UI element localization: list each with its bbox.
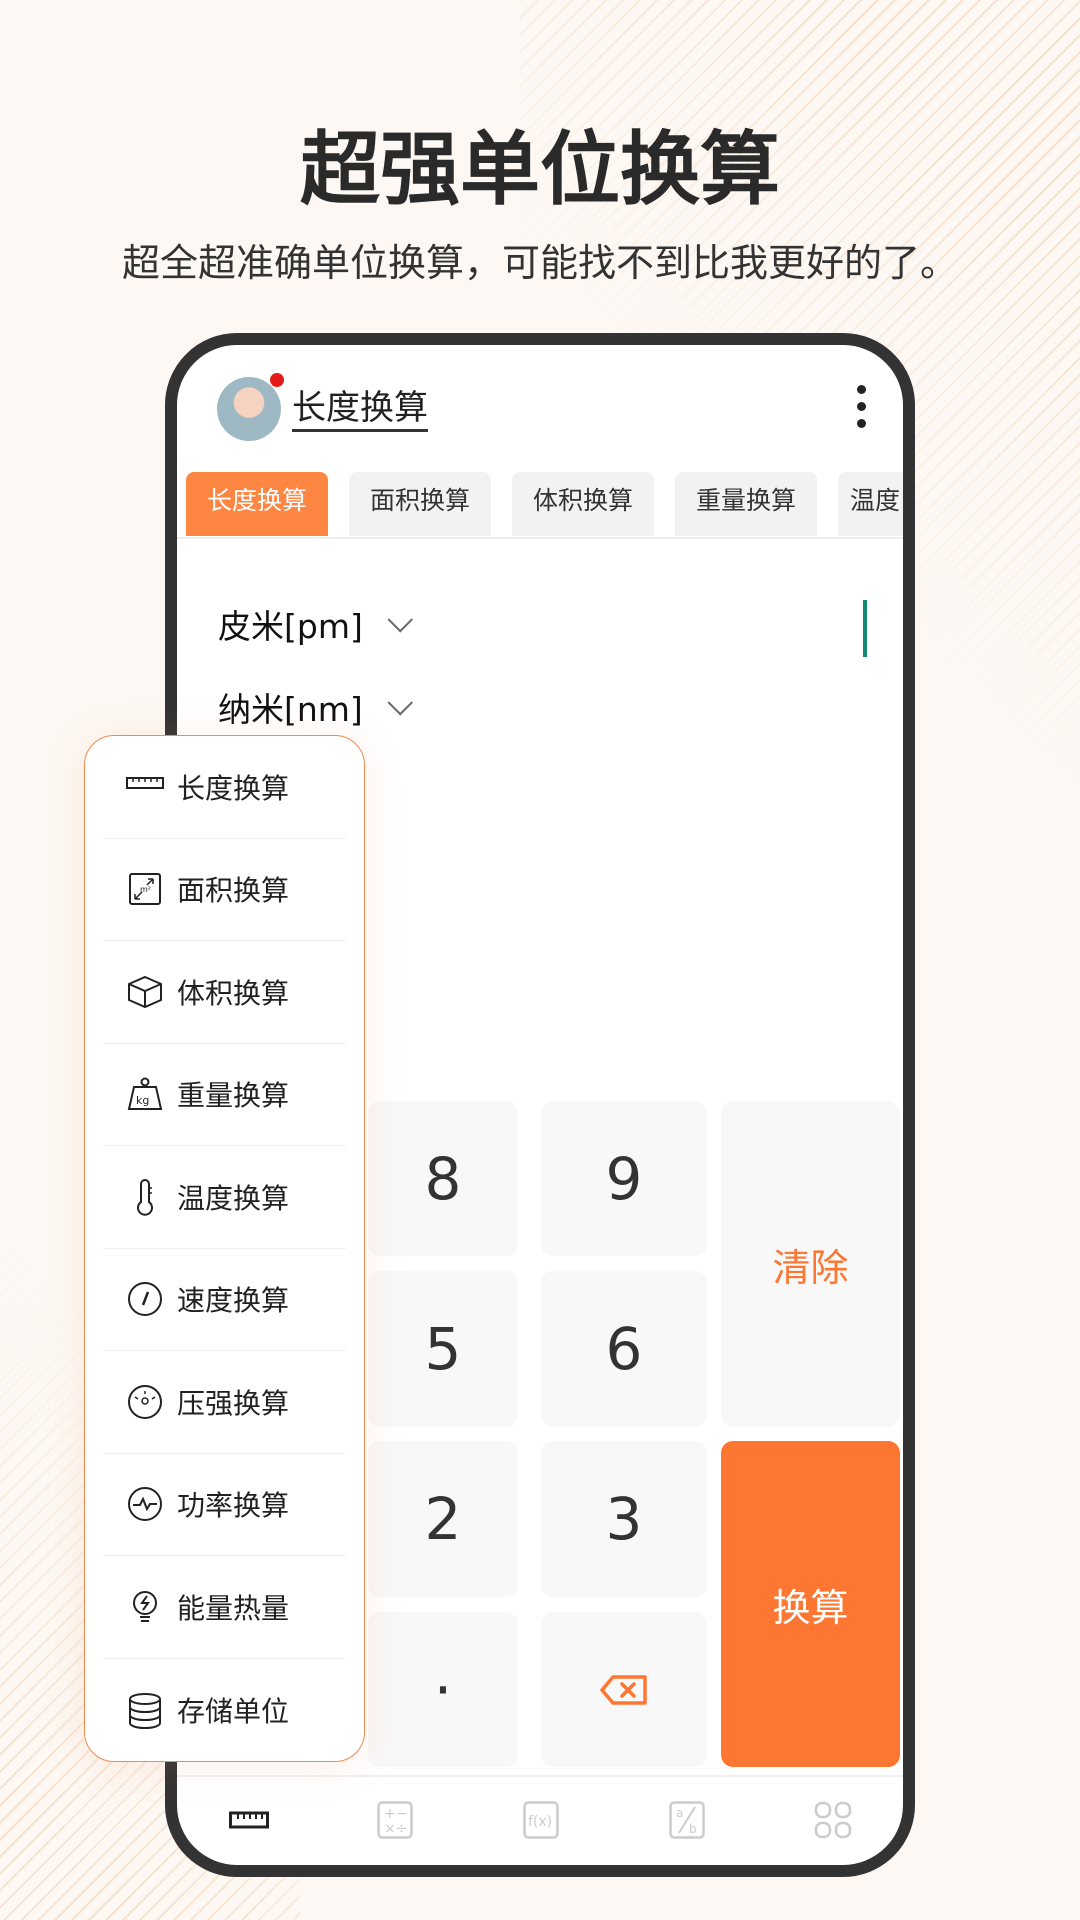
menu-item[interactable]: 温度换算 <box>103 1146 346 1249</box>
category-menu: 长度换算 m² 面积换算体积换算 kg 重量换算温度换算速度换算压强换算功率换算能量热量… <box>84 735 365 1762</box>
svg-text:×÷: ×÷ <box>384 1821 407 1837</box>
from-unit-label: 皮米[pm] <box>218 607 363 646</box>
nav-calculator-icon[interactable]: +− ×÷ <box>375 1800 415 1840</box>
menu-item[interactable]: 长度换算 <box>103 736 346 839</box>
category-tabs: 长度换算 面积换算 体积换算 重量换算 温度 <box>186 472 903 536</box>
key-decimal[interactable]: · <box>368 1612 518 1767</box>
tab-area[interactable]: 面积换算 <box>349 472 491 536</box>
ruler-icon <box>126 776 164 789</box>
key-8[interactable]: 8 <box>368 1101 518 1256</box>
key-2[interactable]: 2 <box>368 1441 518 1597</box>
svg-text:b: b <box>689 1822 697 1836</box>
database-icon <box>129 1692 161 1729</box>
tab-volume[interactable]: 体积换算 <box>512 472 654 536</box>
subtitle: 超全超准确单位换算，可能找不到比我更好的了。 <box>121 241 958 285</box>
chevron-down-icon <box>387 690 413 716</box>
nav-grid-icon[interactable] <box>813 1800 853 1840</box>
pulse-icon <box>128 1487 162 1522</box>
tab-temperature[interactable]: 温度 <box>838 472 903 536</box>
notification-dot <box>270 373 284 387</box>
svg-text:+−: +− <box>384 1806 407 1822</box>
menu-item-label: 存储单位 <box>177 1694 290 1728</box>
backspace-icon <box>600 1674 647 1705</box>
key-9[interactable]: 9 <box>541 1101 707 1256</box>
menu-item[interactable]: kg 重量换算 <box>103 1044 346 1146</box>
menu-item-label: 重量换算 <box>177 1079 290 1113</box>
menu-item-label: 温度换算 <box>177 1181 290 1215</box>
cube-icon <box>128 975 162 1008</box>
from-unit-select[interactable]: 皮米[pm] <box>218 600 413 648</box>
menu-item[interactable]: 功率换算 <box>103 1454 346 1556</box>
to-unit-label: 纳米[nm] <box>218 690 363 729</box>
divider <box>177 537 903 539</box>
text-cursor <box>863 600 867 657</box>
menu-item[interactable]: 速度换算 <box>103 1249 346 1351</box>
menu-item-label: 速度换算 <box>177 1284 290 1318</box>
key-3[interactable]: 3 <box>541 1441 707 1597</box>
headline: 超强单位换算 <box>300 123 780 216</box>
nav-fraction-icon[interactable]: ab <box>667 1800 707 1840</box>
svg-text:m²: m² <box>140 885 151 894</box>
svg-text:a: a <box>676 1806 683 1820</box>
menu-item-label: 压强换算 <box>177 1386 290 1420</box>
menu-item[interactable]: 存储单位 <box>103 1659 346 1762</box>
menu-item[interactable]: m² 面积换算 <box>103 839 346 941</box>
menu-item[interactable]: 压强换算 <box>103 1351 346 1454</box>
app-title[interactable]: 长度换算 <box>292 387 428 432</box>
menu-item-label: 能量热量 <box>177 1591 290 1625</box>
avatar[interactable] <box>217 377 281 441</box>
to-unit-select[interactable]: 纳米[nm] <box>218 683 413 731</box>
nav-function-icon[interactable]: f(x) <box>521 1800 561 1840</box>
clear-button[interactable]: 清除 <box>721 1101 900 1427</box>
chevron-down-icon <box>387 607 413 633</box>
convert-button[interactable]: 换算 <box>721 1441 900 1767</box>
bulb-icon <box>133 1590 157 1622</box>
key-6[interactable]: 6 <box>541 1271 707 1427</box>
tab-length[interactable]: 长度换算 <box>186 472 328 536</box>
svg-text:kg: kg <box>136 1094 149 1107</box>
svg-text:f(x): f(x) <box>528 1814 552 1830</box>
menu-item[interactable]: 体积换算 <box>103 941 346 1044</box>
backspace-button[interactable] <box>541 1612 707 1767</box>
tab-weight[interactable]: 重量换算 <box>675 472 817 536</box>
more-menu-icon[interactable] <box>857 385 867 428</box>
divider <box>177 1775 903 1777</box>
gauge-icon <box>128 1384 162 1419</box>
speedometer-icon <box>128 1282 162 1317</box>
weight-icon: kg <box>127 1077 163 1111</box>
nav-ruler-icon[interactable] <box>229 1800 269 1840</box>
area-icon: m² <box>129 873 161 906</box>
menu-item-label: 长度换算 <box>177 771 290 805</box>
menu-item[interactable]: 能量热量 <box>103 1556 346 1659</box>
thermometer-icon <box>137 1178 153 1216</box>
menu-item-label: 面积换算 <box>177 874 290 908</box>
menu-item-label: 功率换算 <box>177 1489 290 1523</box>
key-5[interactable]: 5 <box>368 1271 518 1427</box>
menu-item-label: 体积换算 <box>177 976 290 1010</box>
